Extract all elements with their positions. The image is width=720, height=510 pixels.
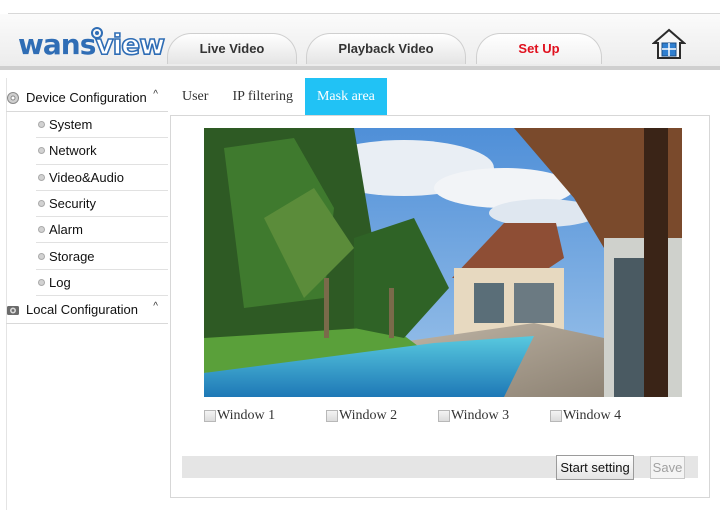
bullet-icon (38, 173, 45, 181)
sidebar-section-device-configuration[interactable]: Device Configuration ^ (6, 84, 168, 112)
sidebar-item-storage[interactable]: Storage (36, 243, 168, 270)
subtab-mask-area[interactable]: Mask area (304, 78, 387, 115)
checkbox-icon (204, 410, 216, 422)
bullet-icon (38, 147, 45, 155)
bullet-icon (38, 226, 45, 234)
sidebar: Device Configuration ^ System Network Vi… (6, 84, 168, 325)
sidebar-item-security[interactable]: Security (36, 191, 168, 218)
start-setting-button[interactable]: Start setting (556, 455, 634, 480)
logo-eye-icon (91, 27, 103, 39)
sidebar-section-label: Local Configuration (26, 302, 139, 318)
sidebar-section-label: Device Configuration (26, 90, 147, 105)
collapse-caret-icon[interactable]: ^ (153, 301, 158, 312)
tab-live-video[interactable]: Live Video (167, 33, 297, 64)
collapse-caret-icon[interactable]: ^ (153, 89, 158, 100)
bullet-icon (38, 252, 45, 260)
window-3-checkbox[interactable]: Window 3 (438, 408, 509, 424)
bullet-icon (38, 121, 45, 129)
checkbox-icon (550, 410, 562, 422)
settings-subtabs: User IP filtering Mask area (170, 78, 387, 115)
subtab-ip-filtering[interactable]: IP filtering (220, 78, 305, 115)
window-2-checkbox[interactable]: Window 2 (326, 408, 397, 424)
window-1-checkbox[interactable]: Window 1 (204, 408, 275, 424)
sidebar-item-alarm[interactable]: Alarm (36, 217, 168, 244)
checkbox-icon (438, 410, 450, 422)
subtab-user[interactable]: User (170, 78, 220, 115)
bullet-icon (38, 278, 45, 286)
window-4-checkbox[interactable]: Window 4 (550, 408, 621, 424)
tab-set-up[interactable]: Set Up (476, 33, 602, 64)
sidebar-item-system[interactable]: System (36, 112, 168, 139)
camera-icon (7, 305, 19, 315)
sidebar-item-log[interactable]: Log (36, 270, 168, 297)
bullet-icon (38, 200, 45, 208)
home-icon[interactable] (652, 28, 686, 60)
camera-preview-image[interactable] (204, 128, 682, 397)
save-button[interactable]: Save (650, 456, 685, 479)
sidebar-item-network[interactable]: Network (36, 138, 168, 165)
tab-playback-video[interactable]: Playback Video (306, 33, 466, 64)
checkbox-icon (326, 410, 338, 422)
gear-icon (7, 91, 19, 104)
sidebar-section-local-configuration[interactable]: Local Configuration ^ (6, 296, 168, 325)
sidebar-item-video-audio[interactable]: Video&Audio (36, 165, 168, 191)
